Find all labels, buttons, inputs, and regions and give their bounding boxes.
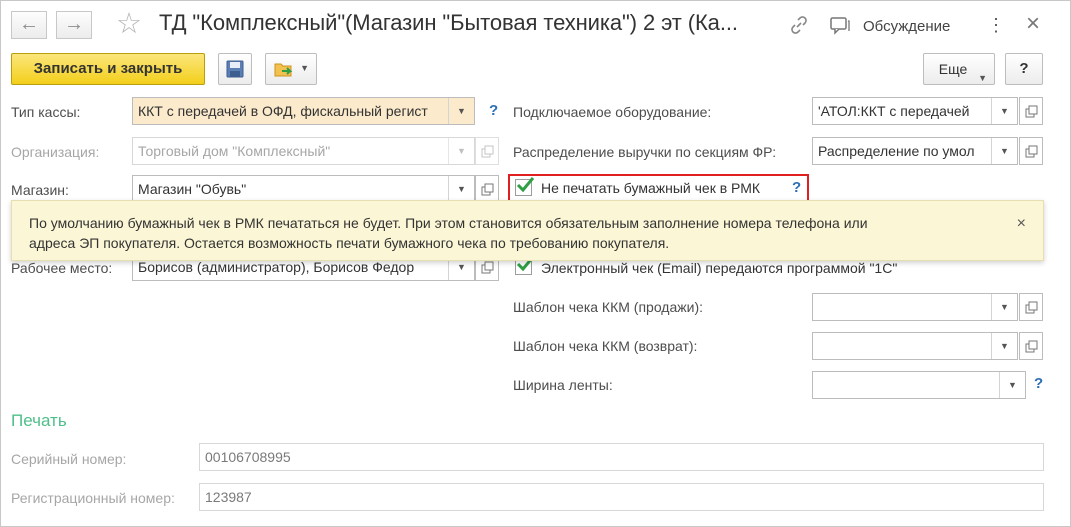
workplace-value: Борисов (администратор), Борисов Федор [138,259,415,275]
cash-type-select[interactable]: ККТ с передачей в ОФД, фискальный регист… [132,97,475,125]
chevron-down-icon[interactable]: ▼ [991,294,1017,320]
save-and-close-button[interactable]: Записать и закрыть [11,53,205,85]
form-window: ← → ☆ ТД "Комплексный"(Магазин "Бытовая … [0,0,1071,527]
tape-width-select[interactable]: ▼ [812,371,1026,399]
workplace-label: Рабочее место: [11,260,113,276]
equipment-label: Подключаемое оборудование: [513,104,712,120]
create-based-on-button[interactable]: ▼ [265,53,317,85]
registration-number-value: 123987 [205,489,252,505]
discussion-label[interactable]: Обсуждение [863,18,950,35]
revenue-split-open-button[interactable] [1019,137,1043,165]
open-form-icon [481,261,494,274]
tooltip-close-icon[interactable]: × [1017,215,1026,233]
open-form-icon [481,183,494,196]
cash-type-help-icon[interactable]: ? [489,102,498,119]
open-form-icon [1025,145,1038,158]
registration-number-label: Регистрационный номер: [11,490,175,506]
receipt-template-sale-select[interactable]: ▼ [812,293,1018,321]
chevron-down-icon[interactable]: ▼ [991,98,1017,124]
save-button[interactable] [218,53,252,85]
equipment-select[interactable]: 'АТОЛ:ККТ с передачей ▼ [812,97,1018,125]
back-button[interactable]: ← [11,11,47,39]
folder-arrow-icon [274,63,293,77]
more-button-label: Еще [938,61,968,77]
revenue-split-value: Распределение по умол [818,143,975,159]
arrow-right-icon: → [64,13,84,35]
discussion-icon[interactable] [829,14,851,36]
arrow-left-icon: ← [19,13,39,35]
forward-button[interactable]: → [56,11,92,39]
organization-value: Торговый дом "Комплексный" [138,143,331,159]
serial-number-value: 00106708995 [205,449,291,465]
tape-width-label: Ширина ленты: [513,377,613,393]
receipt-template-return-open-button[interactable] [1019,332,1043,360]
more-vertical-icon[interactable]: ⋮ [986,14,1006,36]
chevron-down-icon[interactable]: ▼ [991,138,1017,164]
hint-tooltip: По умолчанию бумажный чек в РМК печатать… [11,200,1044,261]
print-section-title: Печать [11,411,67,430]
cash-type-value: ККТ с передачей в ОФД, фискальный регист [138,103,428,119]
serial-number-field[interactable]: 00106708995 [199,443,1044,471]
favorite-star-icon[interactable]: ☆ [116,8,142,40]
organization-open-button [475,137,499,165]
equipment-open-button[interactable] [1019,97,1043,125]
chevron-down-icon[interactable]: ▼ [448,176,474,202]
organization-select: Торговый дом "Комплексный" ▼ [132,137,475,165]
open-form-icon [1025,301,1038,314]
tooltip-line-2: адреса ЭП покупателя. Остается возможнос… [29,235,670,251]
store-value: Магазин "Обувь" [138,181,247,197]
receipt-template-return-select[interactable]: ▼ [812,332,1018,360]
chevron-down-icon[interactable]: ▼ [991,333,1017,359]
equipment-value: 'АТОЛ:ККТ с передачей [818,103,970,119]
open-form-icon [1025,105,1038,118]
email-receipt-label[interactable]: Электронный чек (Email) передаются прогр… [541,260,897,276]
serial-number-label: Серийный номер: [11,451,127,467]
chevron-down-icon[interactable]: ▼ [448,98,474,124]
link-icon[interactable] [787,13,811,37]
chevron-down-icon: ▼ [300,63,309,73]
open-form-icon [1025,340,1038,353]
store-select[interactable]: Магазин "Обувь" ▼ [132,175,475,203]
store-open-button[interactable] [475,175,499,203]
window-title: ТД "Комплексный"(Магазин "Бытовая техник… [159,10,738,35]
help-button[interactable]: ? [1005,53,1043,85]
chevron-down-icon[interactable]: ▼ [999,372,1025,398]
close-icon[interactable]: × [1021,12,1045,36]
receipt-template-sale-label: Шаблон чека ККМ (продажи): [513,299,703,315]
receipt-template-return-label: Шаблон чека ККМ (возврат): [513,338,698,354]
chevron-down-icon: ▼ [978,73,987,83]
organization-label: Организация: [11,144,100,160]
open-form-icon [481,145,494,158]
store-label: Магазин: [11,182,69,198]
revenue-split-label: Распределение выручки по секциям ФР: [513,144,777,160]
floppy-disk-icon [226,60,244,78]
receipt-template-sale-open-button[interactable] [1019,293,1043,321]
tape-width-help-icon[interactable]: ? [1034,375,1043,392]
chevron-down-icon: ▼ [448,138,474,164]
registration-number-field[interactable]: 123987 [199,483,1044,511]
more-button[interactable]: Еще ▼ [923,53,995,85]
tooltip-line-1: По умолчанию бумажный чек в РМК печатать… [29,215,868,231]
revenue-split-select[interactable]: Распределение по умол ▼ [812,137,1018,165]
cash-type-label: Тип кассы: [11,104,81,120]
